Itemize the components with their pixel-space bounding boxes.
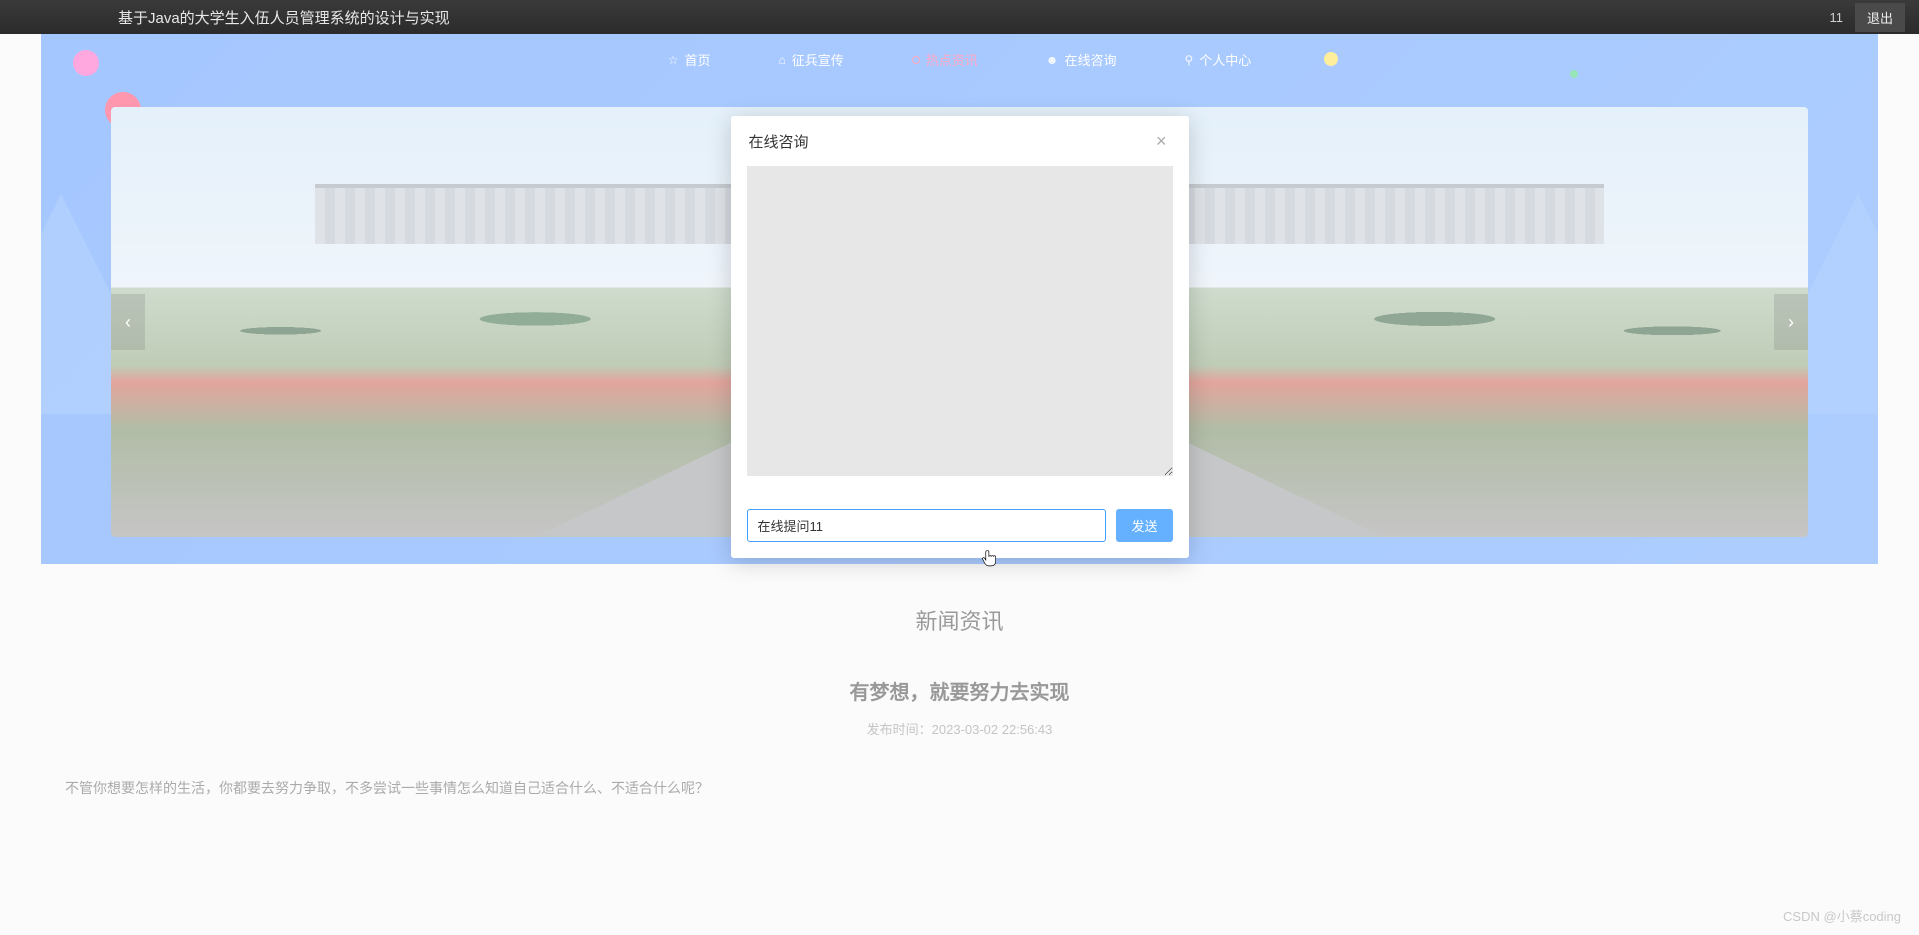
close-icon: × <box>1156 131 1167 151</box>
dialog-close-button[interactable]: × <box>1152 130 1171 152</box>
logout-button[interactable]: 退出 <box>1855 3 1905 32</box>
message-input[interactable] <box>747 509 1107 542</box>
dialog-header: 在线咨询 × <box>731 116 1189 166</box>
send-button[interactable]: 发送 <box>1116 509 1172 542</box>
consult-dialog: 在线咨询 × 发送 <box>731 116 1189 558</box>
site-title: 基于Java的大学生入伍人员管理系统的设计与实现 <box>118 7 450 28</box>
username: 11 <box>1829 10 1843 25</box>
watermark: CSDN @小蔡coding <box>1783 906 1901 925</box>
chat-log[interactable] <box>747 166 1173 476</box>
dialog-title: 在线咨询 <box>749 131 809 152</box>
top-bar: 基于Java的大学生入伍人员管理系统的设计与实现 11 退出 <box>0 0 1919 34</box>
